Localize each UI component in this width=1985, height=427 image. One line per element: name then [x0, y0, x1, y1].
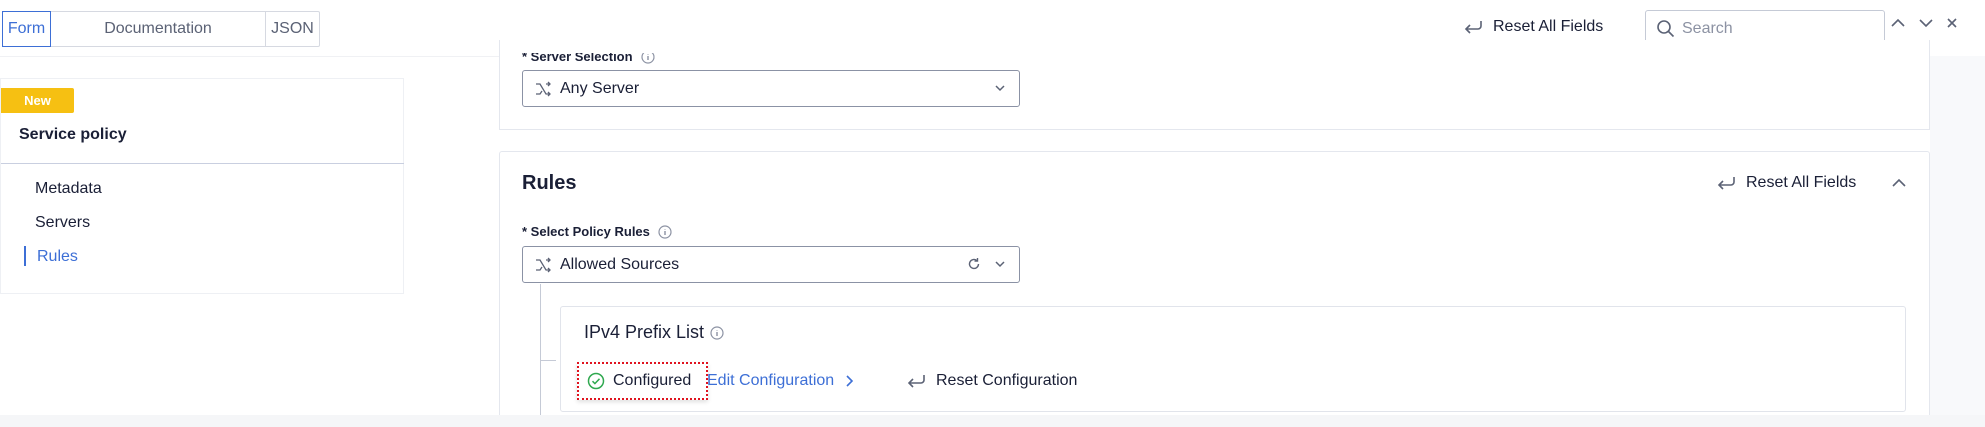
chevron-up-icon[interactable] — [1890, 176, 1908, 190]
edit-configuration-link[interactable]: Edit Configuration — [707, 372, 854, 390]
check-circle-icon — [587, 372, 605, 390]
nav-item-metadata[interactable]: Metadata — [35, 180, 102, 198]
rules-reset-all-label: Reset All Fields — [1746, 174, 1857, 191]
configured-label: Configured — [613, 372, 692, 389]
ipv4-prefix-title-row: IPv4 Prefix List — [584, 322, 724, 343]
nav-item-servers[interactable]: Servers — [35, 214, 90, 232]
nav-active-indicator — [24, 246, 26, 266]
info-icon — [658, 224, 672, 239]
nav-divider — [1, 163, 404, 164]
server-selection-select[interactable]: Any Server — [522, 70, 1020, 107]
undo-arrow-icon — [1464, 21, 1482, 34]
bottom-gutter — [0, 415, 1985, 427]
chevron-up-icon[interactable] — [1890, 17, 1906, 29]
search-input[interactable]: Search — [1682, 20, 1733, 38]
ipv4-prefix-title: IPv4 Prefix List — [584, 322, 705, 342]
nav-item-rules[interactable]: Rules — [37, 248, 78, 266]
info-icon — [710, 325, 724, 340]
policy-rules-value: Allowed Sources — [560, 256, 680, 273]
rules-reset-all-button[interactable]: Reset All Fields — [1716, 174, 1856, 192]
configured-status: Configured — [577, 362, 708, 400]
rules-title: Rules — [522, 172, 577, 194]
chevron-down-icon — [995, 261, 1005, 268]
reset-all-fields-button[interactable]: Reset All Fields — [1463, 18, 1603, 36]
reset-configuration-button[interactable]: Reset Configuration — [906, 372, 1077, 390]
chevron-down-icon — [995, 85, 1005, 92]
undo-arrow-icon — [1717, 177, 1735, 190]
tab-documentation[interactable]: Documentation — [51, 12, 266, 46]
right-gutter — [1930, 56, 1985, 427]
policy-rules-select[interactable]: Allowed Sources — [522, 246, 1020, 283]
server-selection-value: Any Server — [560, 80, 640, 97]
tab-form[interactable]: Form — [2, 11, 51, 47]
chevron-down-icon[interactable] — [1918, 17, 1934, 29]
close-icon[interactable] — [1946, 17, 1958, 29]
tab-json[interactable]: JSON — [266, 12, 319, 46]
search-navigation — [1890, 17, 1958, 29]
undo-arrow-icon — [907, 375, 925, 388]
edit-configuration-label: Edit Configuration — [707, 372, 835, 389]
ipv4-prefix-card — [560, 306, 1906, 412]
reset-all-fields-label: Reset All Fields — [1493, 18, 1604, 35]
nav-title: Service policy — [19, 126, 127, 143]
chevron-right-icon — [846, 375, 854, 387]
new-badge: New — [1, 88, 74, 113]
reset-configuration-label: Reset Configuration — [936, 372, 1078, 389]
route-icon — [536, 81, 551, 97]
refresh-icon[interactable] — [967, 257, 981, 271]
view-mode-tabs: Form Documentation JSON — [2, 11, 320, 47]
search-icon — [1657, 20, 1675, 38]
tree-connector-vertical — [540, 284, 541, 427]
policy-rules-label-row: * Select Policy Rules — [522, 224, 672, 239]
tree-connector-horizontal — [540, 360, 556, 361]
policy-rules-label: * Select Policy Rules — [522, 224, 650, 239]
route-icon — [536, 257, 551, 273]
